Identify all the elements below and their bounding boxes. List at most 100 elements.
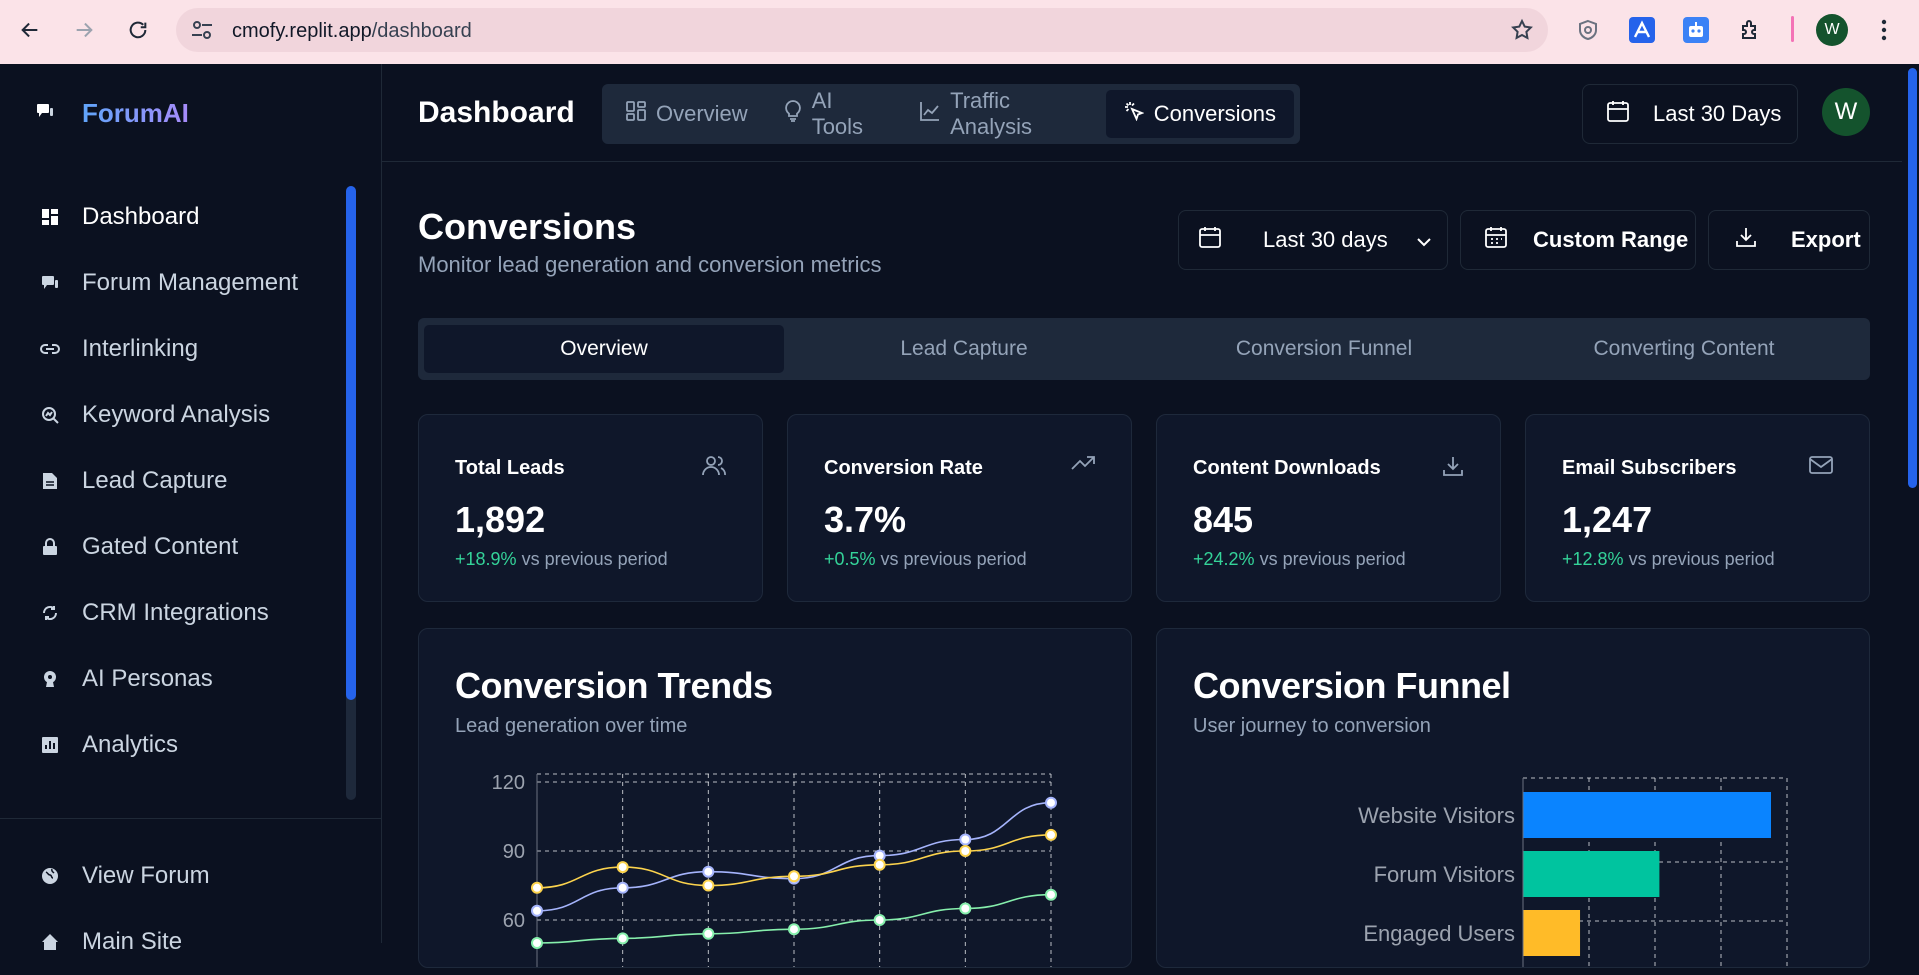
export-button[interactable]: Export: [1708, 210, 1870, 270]
y-tick-label: 60: [503, 910, 525, 932]
cursor-click-icon: [1124, 101, 1145, 127]
line-chart-icon: [920, 101, 940, 127]
kebab-menu-icon[interactable]: [1868, 14, 1900, 46]
a-extension-icon[interactable]: [1626, 14, 1658, 46]
section-tabs: Overview Lead Capture Conversion Funnel …: [418, 318, 1870, 380]
subtab-overview[interactable]: Overview: [424, 325, 784, 373]
data-point: [873, 858, 886, 871]
sidebar-item-label: CRM Integrations: [82, 599, 269, 626]
stats-row: Total Leads 1,892 +18.9% vs previous per…: [418, 414, 1870, 602]
sidebar-item-label: Analytics: [82, 731, 179, 758]
calendar-icon: [1607, 100, 1629, 128]
calendar-grid-icon: [1485, 226, 1507, 254]
custom-range-label: Custom Range: [1533, 227, 1689, 252]
sidebar-item-label: Forum Management: [82, 269, 299, 296]
sidebar-item-main-site[interactable]: Main Site: [0, 909, 382, 975]
sidebar-item-forum-management[interactable]: Forum Management: [0, 250, 340, 316]
data-point: [531, 881, 543, 894]
conversion-trends-chart: 120 90 60: [492, 772, 1057, 967]
section-subtitle: Monitor lead generation and conversion m…: [418, 252, 882, 277]
sidebar-item-gated-content[interactable]: Gated Content: [0, 514, 340, 580]
tab-ai-tools[interactable]: AI Tools: [766, 88, 902, 139]
shield-extension-icon[interactable]: [1572, 14, 1604, 46]
toolbar-separator: [1791, 16, 1794, 42]
subtab-converting-content[interactable]: Converting Content: [1504, 325, 1864, 373]
link-icon: [40, 339, 60, 359]
stat-delta: +0.5% vs previous period: [824, 549, 1027, 569]
chevron-down-icon: [1416, 227, 1432, 253]
stat-label: Email Subscribers: [1562, 457, 1737, 479]
browser-profile-avatar[interactable]: W: [1816, 14, 1848, 46]
calendar-icon: [1199, 226, 1221, 254]
stat-label: Content Downloads: [1193, 457, 1381, 479]
robot-extension-icon[interactable]: [1680, 14, 1712, 46]
sidebar-item-keyword-analysis[interactable]: Keyword Analysis: [0, 382, 340, 448]
range-select[interactable]: Last 30 days: [1178, 210, 1448, 270]
conversion-funnel-chart: Website Visitors Forum Visitors Engaged Us…: [1358, 777, 1788, 967]
stat-label: Total Leads: [455, 457, 565, 479]
sidebar-item-interlinking[interactable]: Interlinking: [0, 316, 340, 382]
reload-icon[interactable]: [122, 14, 154, 46]
lightbulb-icon: [784, 100, 802, 128]
category-label: Website Visitors: [1358, 803, 1515, 828]
page-scrollbar[interactable]: [1906, 64, 1919, 943]
brand[interactable]: ForumAI: [36, 98, 189, 129]
data-point: [788, 870, 800, 883]
grid-icon: [626, 101, 646, 127]
sidebar-item-crm-integrations[interactable]: CRM Integrations: [0, 580, 340, 646]
bookmark-star-icon[interactable]: [1510, 18, 1534, 47]
stat-value: 845: [1193, 499, 1254, 540]
sidebar-item-label: Keyword Analysis: [82, 401, 271, 428]
globe-icon: [40, 866, 60, 886]
home-icon: [40, 932, 60, 952]
sidebar-scrollbar[interactable]: [346, 186, 356, 800]
puzzle-extensions-icon[interactable]: [1734, 14, 1766, 46]
date-range-button[interactable]: Last 30 Days: [1582, 84, 1798, 144]
custom-range-button[interactable]: Custom Range: [1460, 210, 1696, 270]
persona-icon: [40, 669, 60, 689]
sidebar-item-view-forum[interactable]: View Forum: [0, 843, 382, 909]
data-point: [1045, 888, 1057, 901]
download-icon: [1735, 226, 1757, 254]
page-title: Dashboard: [418, 96, 575, 129]
subtab-conversion-funnel[interactable]: Conversion Funnel: [1144, 325, 1504, 373]
data-point: [959, 833, 972, 846]
site-settings-icon[interactable]: [190, 19, 214, 46]
stat-card-email-subscribers: Email Subscribers 1,247 +12.8% vs previo…: [1525, 414, 1870, 602]
back-icon[interactable]: [14, 14, 46, 46]
sidebar-item-lead-capture[interactable]: Lead Capture: [0, 448, 340, 514]
funnel-bar: [1523, 792, 1771, 838]
tab-overview[interactable]: Overview: [608, 90, 766, 138]
category-label: Forum Visitors: [1374, 862, 1515, 887]
data-point: [616, 861, 629, 874]
sidebar-item-label: Interlinking: [82, 335, 199, 362]
mail-icon: [1809, 455, 1833, 480]
tab-conversions[interactable]: Conversions: [1105, 90, 1294, 138]
data-point: [616, 881, 629, 894]
address-bar[interactable]: cmofy.replit.app/dashboard: [176, 8, 1548, 52]
data-point: [1045, 828, 1057, 841]
sidebar: ForumAI Dashboard Forum Management Inter…: [0, 64, 382, 955]
data-point: [531, 904, 543, 917]
data-point: [702, 879, 715, 892]
sidebar-item-label: Lead Capture: [82, 467, 228, 494]
chat-bubble-icon: [36, 102, 54, 125]
y-tick-label: 90: [503, 841, 525, 863]
sidebar-item-ai-personas[interactable]: AI Personas: [0, 646, 340, 712]
download-icon: [1442, 455, 1464, 482]
tab-label: Overview: [656, 101, 748, 126]
data-point: [1045, 796, 1057, 809]
sidebar-item-dashboard[interactable]: Dashboard: [0, 184, 340, 250]
avatar[interactable]: W: [1822, 88, 1870, 136]
sidebar-footer: View Forum Main Site: [0, 818, 382, 975]
data-point: [616, 932, 629, 945]
subtab-lead-capture[interactable]: Lead Capture: [784, 325, 1144, 373]
data-point: [531, 937, 543, 949]
tab-traffic-analysis[interactable]: Traffic Analysis: [902, 88, 1106, 139]
conversion-trends-card: Conversion Trends Lead generation over t…: [418, 628, 1132, 968]
forward-icon[interactable]: [68, 14, 100, 46]
sidebar-scrollbar-thumb[interactable]: [346, 186, 356, 700]
sidebar-item-analytics[interactable]: Analytics: [0, 712, 340, 778]
page-scrollbar-thumb[interactable]: [1908, 68, 1917, 488]
funnel-bar: [1523, 910, 1581, 956]
